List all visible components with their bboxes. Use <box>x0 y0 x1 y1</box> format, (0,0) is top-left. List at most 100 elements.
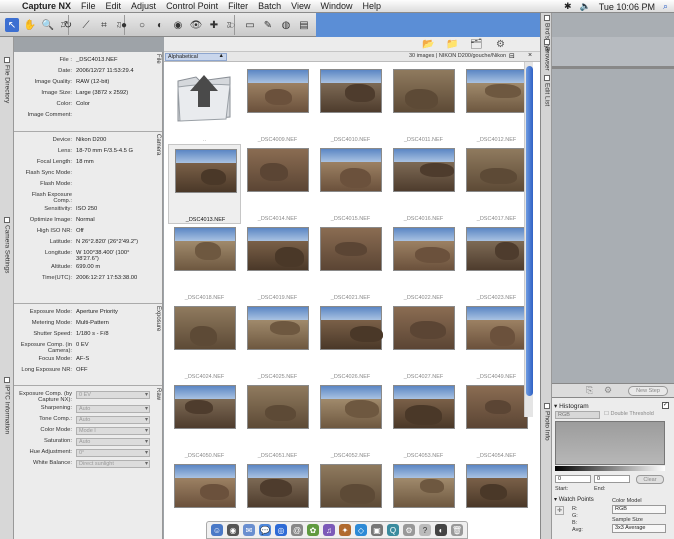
thumbnail-item[interactable]: _DSC4054.NEF <box>460 381 533 461</box>
help-icon[interactable]: ? <box>419 524 431 536</box>
histogram-title[interactable]: ▾ Histogram <box>554 402 589 410</box>
folder-tag-icon[interactable]: 🗂 <box>470 39 483 50</box>
watch-points-title[interactable]: ▾ Watch Points <box>554 496 594 503</box>
thumbnail-image[interactable] <box>393 227 455 271</box>
menu-edit[interactable]: Edit <box>106 1 122 11</box>
thumbnail-image[interactable] <box>466 385 528 429</box>
thumbnail-image[interactable] <box>393 306 455 350</box>
histogram-channel-select[interactable]: RGB <box>555 411 600 419</box>
menu-control-point[interactable]: Control Point <box>166 1 218 11</box>
clear-button[interactable]: Clear <box>636 475 664 484</box>
app-menu[interactable]: Capture NX <box>22 1 71 11</box>
parent-folder-item[interactable]: .. <box>168 65 241 145</box>
menu-window[interactable]: Window <box>320 1 352 11</box>
tab-camera-settings[interactable]: Camera Settings <box>1 217 13 273</box>
thumbnail-image[interactable] <box>320 69 382 113</box>
finder-icon[interactable]: ☺ <box>211 524 223 536</box>
preview-icon[interactable]: ▣ <box>371 524 383 536</box>
spotlight-icon[interactable]: ⌕ <box>663 1 668 12</box>
straighten-icon[interactable]: ⟋ <box>79 18 93 32</box>
up-folder-icon[interactable] <box>174 67 234 123</box>
watch-point-add-icon[interactable]: ✚ <box>555 506 564 515</box>
red-eye-icon[interactable]: 👁 <box>189 18 203 32</box>
quicktime-icon[interactable]: Q <box>387 524 399 536</box>
raw-select[interactable]: Mode I <box>76 427 150 435</box>
histogram-checkbox[interactable]: ✓ <box>662 402 669 409</box>
thumbnail-image[interactable] <box>466 227 528 271</box>
thumbnail-item[interactable]: _DSC4016.NEF <box>387 144 460 224</box>
thumbnail-image[interactable] <box>466 148 528 192</box>
thumbnail-item[interactable]: _DSC4019.NEF <box>241 223 314 303</box>
crop-icon[interactable]: ⌗ <box>97 18 111 32</box>
thumbnail-image[interactable] <box>320 148 382 192</box>
thumbnail-item[interactable]: _DSC4012.NEF <box>460 65 533 145</box>
auto-retouch-icon[interactable]: ✚ <box>207 18 221 32</box>
tab-collapse-icon[interactable] <box>4 377 10 383</box>
raw-select[interactable]: Auto <box>76 405 150 413</box>
thumbnail-item[interactable]: _DSC4014.NEF <box>241 144 314 224</box>
black-control-point-icon[interactable]: ● <box>117 18 131 32</box>
raw-select[interactable]: 0° <box>76 449 150 457</box>
neutral-control-point-icon[interactable]: ◐ <box>153 18 167 32</box>
marquee-icon[interactable]: ▭ <box>243 18 257 32</box>
imovie-icon[interactable]: ✦ <box>339 524 351 536</box>
new-step-button[interactable]: New Step <box>628 386 668 396</box>
end-input[interactable]: 0 <box>594 475 630 483</box>
iweb-icon[interactable]: ◇ <box>355 524 367 536</box>
thumbnail-image[interactable] <box>174 464 236 508</box>
thumbnail-item[interactable]: _DSC4015.NEF <box>314 144 387 224</box>
thumbnail-item[interactable]: _DSC4009.NEF <box>241 65 314 145</box>
safari-icon[interactable]: ◎ <box>275 524 287 536</box>
tab-collapse-icon[interactable] <box>4 217 10 223</box>
thumbnail-item[interactable]: _DSC4025.NEF <box>241 302 314 382</box>
tab-collapse-icon[interactable] <box>544 39 550 45</box>
tab-file-directory[interactable]: File Directory <box>1 57 13 103</box>
thumbnail-item[interactable]: _DSC4021.NEF <box>314 223 387 303</box>
close-browser-icon[interactable]: × <box>528 52 532 59</box>
mail-icon[interactable]: ✉ <box>243 524 255 536</box>
brush-icon[interactable]: ✎ <box>261 18 275 32</box>
thumbnail-image[interactable] <box>174 306 236 350</box>
thumbnail-image[interactable] <box>393 69 455 113</box>
thumbnail-image[interactable] <box>466 306 528 350</box>
sample-size-select[interactable]: 3x3 Average <box>612 524 666 533</box>
system-preferences-icon[interactable]: ⚙ <box>403 524 415 536</box>
thumbnail-image[interactable] <box>393 385 455 429</box>
thumbnail-item[interactable]: _DSC4023.NEF <box>460 223 533 303</box>
thumbnail-image[interactable] <box>320 306 383 350</box>
sort-direction-icon[interactable]: ▲ <box>219 53 224 59</box>
folder-open-icon[interactable]: 📂 <box>422 39 434 50</box>
white-control-point-icon[interactable]: ○ <box>135 18 149 32</box>
raw-select[interactable]: Auto <box>76 416 150 424</box>
tab-collapse-icon[interactable] <box>544 15 550 21</box>
rotate-icon[interactable]: ↻ <box>61 18 75 32</box>
thumbnail-item[interactable]: _DSC4051.NEF <box>241 381 314 461</box>
thumbnail-image[interactable] <box>320 227 382 271</box>
thumbnail-item[interactable]: _DSC4053.NEF <box>387 381 460 461</box>
thumbnail-image[interactable] <box>247 306 309 350</box>
start-input[interactable]: 0 <box>555 475 591 483</box>
thumbnail-item[interactable]: _DSC4018.NEF <box>168 223 241 303</box>
thumbnail-item[interactable]: _DSC4013.NEF <box>168 144 241 224</box>
tab-collapse-icon[interactable] <box>544 403 550 409</box>
thumbnail-item[interactable]: _DSC4052.NEF <box>314 381 387 461</box>
menu-filter[interactable]: Filter <box>228 1 248 11</box>
raw-select[interactable]: Direct sunlight <box>76 460 150 468</box>
thumbnail-item[interactable]: _DSC4026.NEF <box>314 302 387 382</box>
tab-iptc-information[interactable]: IPTC Information <box>1 377 13 434</box>
thumbnail-item[interactable]: _DSC4049.NEF <box>460 302 533 382</box>
sort-alphabetical-tab[interactable]: Alphabetical ▲ <box>165 53 227 61</box>
step-icon[interactable]: ⎘ <box>586 385 593 396</box>
address-book-icon[interactable]: @ <box>291 524 303 536</box>
thumbnail-item[interactable] <box>460 460 533 539</box>
iphoto-icon[interactable]: ✿ <box>307 524 319 536</box>
thumbnail-item[interactable]: _DSC4011.NEF <box>387 65 460 145</box>
volume-icon[interactable]: 🔈 <box>580 1 591 12</box>
thumbnail-item[interactable]: _DSC4050.NEF <box>168 381 241 461</box>
browser-scrollbar[interactable] <box>524 62 533 417</box>
gradient-icon[interactable]: ▤ <box>297 18 311 32</box>
view-toggle-icon[interactable]: ⊟ <box>509 52 515 60</box>
folder-move-icon[interactable]: 📁 <box>446 39 458 50</box>
hand-icon[interactable]: ✋ <box>23 18 37 32</box>
thumbnail-image[interactable] <box>466 69 528 113</box>
